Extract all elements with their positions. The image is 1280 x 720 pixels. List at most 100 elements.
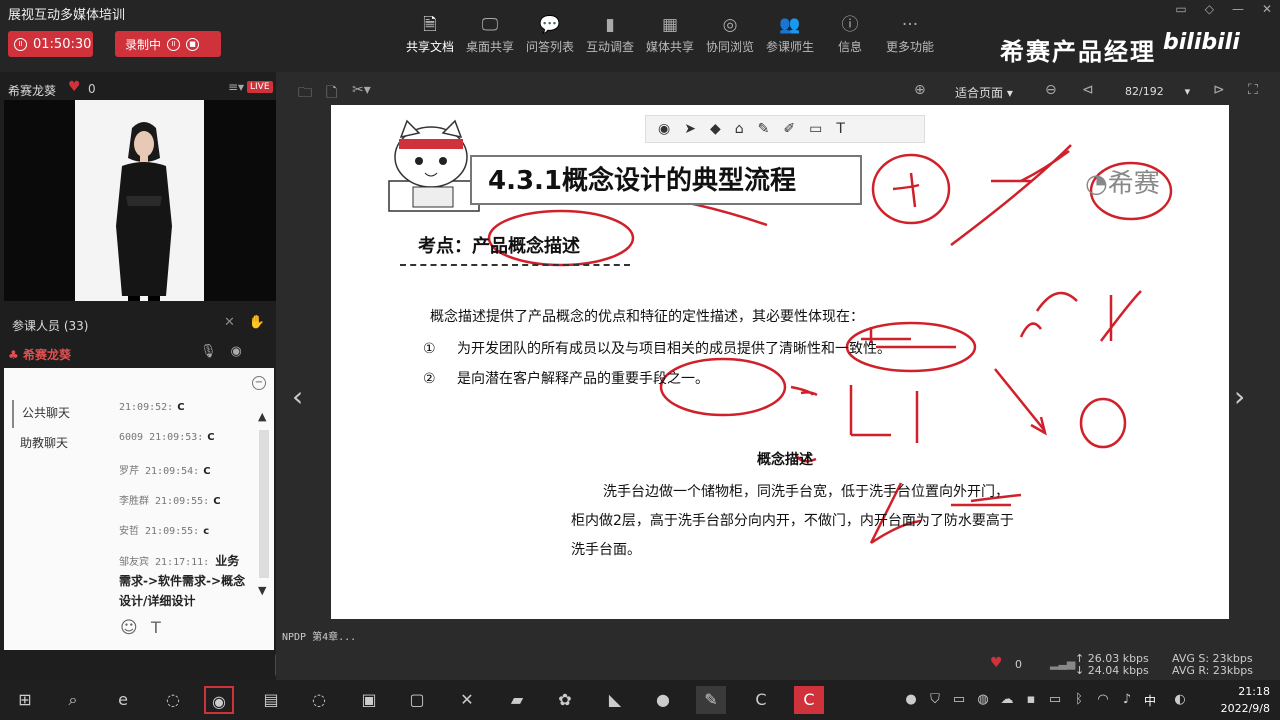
toolbar-item-4[interactable]: ▦ 媒体共享 [640,14,700,55]
pen-icon[interactable]: ✎ [758,121,770,137]
avg-receive: AVG R: 23kbps [1172,664,1253,677]
rec-stop-icon[interactable]: ■ [186,37,200,51]
zoom-out-icon[interactable]: ⊖ [1045,82,1057,98]
mic-icon[interactable]: 🎙 [200,344,217,359]
scroll-up-icon[interactable]: ▲ [258,410,266,423]
item-text: 是向潜在客户解释产品的重要手段之一。 [457,371,709,387]
restore-icon[interactable]: ▭ [1175,2,1186,16]
slide-next-button[interactable]: › [1234,380,1245,413]
desktop-share-icon: 🖵 [481,15,499,35]
download-speed: ↓ 24.04 kbps [1075,664,1149,677]
tab-public-chat[interactable]: 公共聊天 [12,400,112,428]
clear-icon[interactable]: ⌂ [735,121,744,137]
cat-mascot [388,119,480,212]
eraser-icon[interactable]: ◆ [710,121,721,137]
scissors-icon[interactable]: ✂▾ [352,82,371,98]
zoom-in-icon[interactable]: ⊕ [914,82,926,98]
item-number: ② [423,371,436,387]
fullscreen-icon[interactable]: ⛶ [1248,82,1258,98]
pointer-icon[interactable]: ➤ [684,121,696,137]
down-arrow-icon: ↓ [1075,664,1088,677]
message-app-icon[interactable]: ◌ [304,686,334,714]
camera-icon[interactable]: ◉ [231,344,242,359]
chat-app-icon[interactable]: ◌ [158,686,188,714]
live-app-icon[interactable]: ✎ [696,686,726,714]
prev-page-icon[interactable]: ⊲ [1082,82,1094,98]
slide-prev-button[interactable]: ‹ [292,380,303,413]
ie-browser-icon[interactable]: e [108,686,138,714]
minimize-icon[interactable]: — [1232,2,1244,16]
toolbar-item-2[interactable]: 💬 问答列表 [520,14,580,55]
xmind-app-icon[interactable]: ✕ [452,686,482,714]
toolbar-item-8[interactable]: ··· 更多功能 [880,14,940,55]
heart-icon[interactable]: ♥ [68,79,81,95]
camtasia-app-icon[interactable]: C [746,686,776,714]
tool-app-icon[interactable]: ▰ [502,686,532,714]
ime-mode-icon[interactable]: ◐ [1165,686,1195,714]
pause-icon: II [14,37,27,51]
rec-pause-icon[interactable]: II [167,37,181,51]
list-item: ② 是向潜在客户解释产品的重要手段之一。 [423,368,709,388]
host-name: 希赛龙葵 [8,84,57,98]
tab-assistant-chat[interactable]: 助教聊天 [12,432,112,454]
highlighter-icon[interactable]: ✐ [783,121,795,137]
chat-message-text: C [177,402,185,413]
search-icon[interactable]: ⌕ [58,686,88,714]
recording-button[interactable]: 录制中 II ■ [115,31,221,57]
windows-start-icon[interactable]: ⊞ [10,686,40,714]
toolbar-item-0[interactable]: 🗎 共享文档 [400,14,460,55]
next-page-icon[interactable]: ⊳ [1213,82,1225,98]
user-actions: 🎙 ◉ [200,344,242,359]
toolbar-item-6[interactable]: 👥 参课师生 [760,14,820,55]
flower-app-icon[interactable]: ✿ [550,686,580,714]
new-file-icon[interactable]: 🗋 [326,82,337,106]
toolbar-item-label: 共享文档 [405,40,454,54]
toolbar-item-label: 桌面共享 [465,40,514,54]
nvidia-app-icon[interactable]: ◣ [600,686,630,714]
circle-app-icon[interactable]: ● [648,686,678,714]
chat-scrollbar[interactable] [259,430,269,578]
laser-icon[interactable]: ◉ [658,121,670,137]
record-app-icon[interactable]: ◉ [204,686,234,714]
presenter-figure [116,122,172,301]
description-intro: 概念描述提供了产品概念的优点和特征的定性描述，其必要性体现在： [430,309,864,325]
zoom-mode-select[interactable]: 适合页面 ▾ [955,84,1013,101]
pin-icon[interactable]: ◇ [1205,2,1214,16]
open-folder-icon[interactable]: 🗀 [298,82,312,106]
input-method[interactable]: 中 [1144,692,1156,709]
browse-icon: ◎ [722,15,738,35]
scroll-down-icon[interactable]: ▼ [258,584,266,597]
emoji-icon[interactable]: ☺ [120,618,138,638]
page-number[interactable]: 82/192 ▾ [1125,85,1190,98]
window-controls: ▭ ◇ — ✕ [1175,2,1272,16]
toolbar-item-label: 问答列表 [525,40,574,54]
timer-button[interactable]: II 01:50:30 [8,31,93,57]
chat-message: 安哲 21:09:55: c [119,522,251,537]
rectangle-icon[interactable]: ▭ [809,121,822,137]
notes-app-icon[interactable]: ▤ [256,686,286,714]
toolbar-item-3[interactable]: ▮ 互动调查 [580,14,640,55]
close-icon[interactable]: ✕ [1262,2,1272,16]
chat-message-meta: 李胜群 21:09:55: [119,496,210,507]
file-app-icon[interactable]: ▣ [354,686,384,714]
host-video [4,100,276,301]
text-format-icon[interactable]: T [151,618,161,637]
doc-app-icon[interactable]: ▢ [402,686,432,714]
menu-icon[interactable]: ≡▾ [228,80,244,94]
volume-icon[interactable]: ♪ [1112,686,1142,714]
mute-all-icon[interactable]: ✕ [224,315,235,330]
collapse-icon[interactable]: − [252,376,266,390]
document-name: NPDP 第4章... [282,632,357,643]
like-icon[interactable]: ♥ [990,655,1003,671]
clock[interactable]: 21:18 2022/9/8 [1200,683,1270,717]
camtasia-rec-app-icon[interactable]: C [794,686,824,714]
timer-value: 01:50:30 [33,36,92,52]
toolbar-item-5[interactable]: ◎ 协同浏览 [700,14,760,55]
recording-label: 录制中 [125,37,162,52]
toolbar-item-7[interactable]: ⓘ 信息 [820,14,880,55]
live-badge: LIVE [247,81,273,93]
toolbar-item-1[interactable]: 🖵 桌面共享 [460,14,520,55]
chat-message-text: C [213,496,221,507]
text-tool-icon[interactable]: T [836,121,845,137]
hand-icon[interactable]: ✋ [249,315,265,330]
